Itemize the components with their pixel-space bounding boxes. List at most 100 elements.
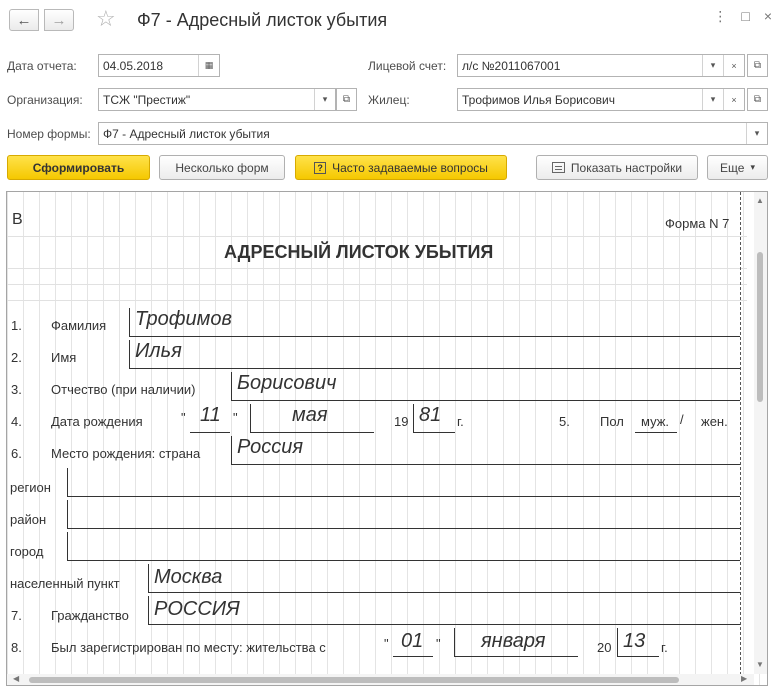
grid-row-line [7, 236, 747, 237]
page-border [740, 192, 741, 685]
faq-button[interactable]: ? Часто задаваемые вопросы [295, 155, 507, 180]
birth-day: 11 [200, 404, 221, 426]
tenant-field[interactable]: Трофимов Илья Борисович ▾ × [457, 88, 745, 111]
birth-year: 81 [419, 404, 442, 426]
open-icon: ⧉ [753, 94, 762, 105]
scroll-left-icon[interactable]: ◀ [13, 674, 19, 683]
cell-border [129, 340, 130, 369]
form-no-label: Форма N 7 [665, 216, 730, 231]
tenant-label: Жилец: [368, 93, 410, 107]
underline [67, 560, 740, 561]
quote-close: " [436, 636, 441, 651]
cell-border [67, 500, 68, 529]
question-icon: ? [314, 161, 327, 174]
vertical-scrollbar[interactable]: ▲ ▼ [754, 192, 767, 674]
report-document[interactable]: В Форма N 7 АДРЕСНЫЙ ЛИСТОК УБЫТИЯ 1. Фа… [6, 191, 768, 686]
sex-male: муж. [641, 414, 670, 429]
underline [148, 592, 740, 593]
report-date-field[interactable]: 04.05.2018 ▦ [98, 54, 220, 77]
century: 19 [394, 414, 409, 429]
calendar-icon[interactable]: ▦ [198, 55, 219, 76]
grid-row-line [7, 300, 747, 301]
country-value: Россия [237, 436, 304, 458]
cell-border [231, 372, 232, 401]
doc-heading: АДРЕСНЫЙ ЛИСТОК УБЫТИЯ [224, 242, 494, 262]
name-label: Имя [51, 350, 77, 365]
clear-icon[interactable]: × [723, 55, 744, 76]
several-forms-button[interactable]: Несколько форм [159, 155, 285, 180]
item-number: 7. [11, 608, 22, 623]
account-open-button[interactable]: ⧉ [747, 54, 768, 77]
century: 20 [597, 640, 612, 655]
org-label: Организация: [7, 93, 83, 107]
registered-label: Был зарегистрирован по месту: жительства… [51, 640, 326, 655]
item-number: 4. [11, 414, 22, 429]
patronymic-label: Отчество (при наличии) [51, 382, 196, 397]
chevron-down-icon[interactable]: ▾ [702, 55, 723, 76]
cell-border [231, 436, 232, 465]
scroll-down-icon[interactable]: ▼ [756, 660, 764, 669]
scroll-up-icon[interactable]: ▲ [756, 196, 764, 205]
settings-icon [551, 162, 565, 173]
locality-value: Москва [154, 566, 223, 588]
underline [454, 656, 578, 657]
show-settings-button[interactable]: Показать настройки [536, 155, 698, 180]
back-button[interactable]: ← [9, 9, 39, 31]
account-field[interactable]: л/с №2011067001 ▾ × [457, 54, 745, 77]
cell-border [67, 468, 68, 497]
underline [148, 624, 740, 625]
reg-day: 01 [401, 630, 424, 652]
underline [190, 432, 230, 433]
maximize-icon[interactable]: □ [741, 8, 749, 25]
window-controls: ⋮ □ × [713, 8, 772, 25]
report-date-label: Дата отчета: [7, 59, 77, 73]
chevron-down-icon[interactable]: ▾ [746, 123, 767, 144]
tenant-open-button[interactable]: ⧉ [747, 88, 768, 111]
cell-border [413, 404, 414, 433]
horizontal-scroll-thumb[interactable] [29, 677, 679, 683]
several-forms-label: Несколько форм [175, 160, 269, 175]
account-value: л/с №2011067001 [462, 58, 561, 73]
quote-open: " [181, 410, 186, 425]
citizenship-label: Гражданство [51, 608, 129, 623]
more-button[interactable]: Еще ▾ [707, 155, 768, 180]
item-number: 1. [11, 318, 22, 333]
cell-border [454, 628, 455, 657]
org-field[interactable]: ТСЖ "Престиж" ▾ [98, 88, 336, 111]
close-icon[interactable]: × [764, 8, 772, 25]
corner-letter: В [12, 211, 23, 228]
generate-label: Сформировать [32, 160, 125, 175]
item-number: 5. [559, 414, 570, 429]
forward-button[interactable]: → [44, 9, 74, 31]
birth-month: мая [292, 404, 328, 426]
underline [129, 336, 740, 337]
quote-open: " [384, 636, 389, 651]
year-suffix: г. [457, 414, 464, 429]
form-number-field[interactable]: Ф7 - Адресный листок убытия ▾ [98, 122, 768, 145]
underline [129, 368, 740, 369]
district-label: район [10, 512, 47, 527]
cell-border [67, 532, 68, 561]
underline [413, 432, 455, 433]
chevron-down-icon[interactable]: ▾ [314, 89, 335, 110]
cell-border [148, 596, 149, 625]
grid-row-line [7, 268, 747, 269]
menu-icon[interactable]: ⋮ [713, 8, 727, 25]
arrow-right-icon: → [51, 11, 67, 29]
underline [67, 496, 740, 497]
chevron-down-icon[interactable]: ▾ [702, 89, 723, 110]
year-suffix: г. [661, 640, 668, 655]
underline [393, 656, 433, 657]
clear-icon[interactable]: × [723, 89, 744, 110]
horizontal-scrollbar[interactable]: ◀ ▶ [7, 674, 754, 685]
scroll-right-icon[interactable]: ▶ [741, 674, 747, 683]
vertical-scroll-thumb[interactable] [757, 252, 763, 402]
cell-border [250, 404, 251, 433]
underline [617, 656, 659, 657]
favorite-star-icon[interactable]: ☆ [96, 6, 116, 32]
faq-label: Часто задаваемые вопросы [332, 160, 488, 175]
org-open-button[interactable]: ⧉ [336, 88, 357, 111]
arrow-left-icon: ← [16, 11, 32, 29]
generate-button[interactable]: Сформировать [7, 155, 150, 180]
open-icon: ⧉ [753, 60, 762, 71]
